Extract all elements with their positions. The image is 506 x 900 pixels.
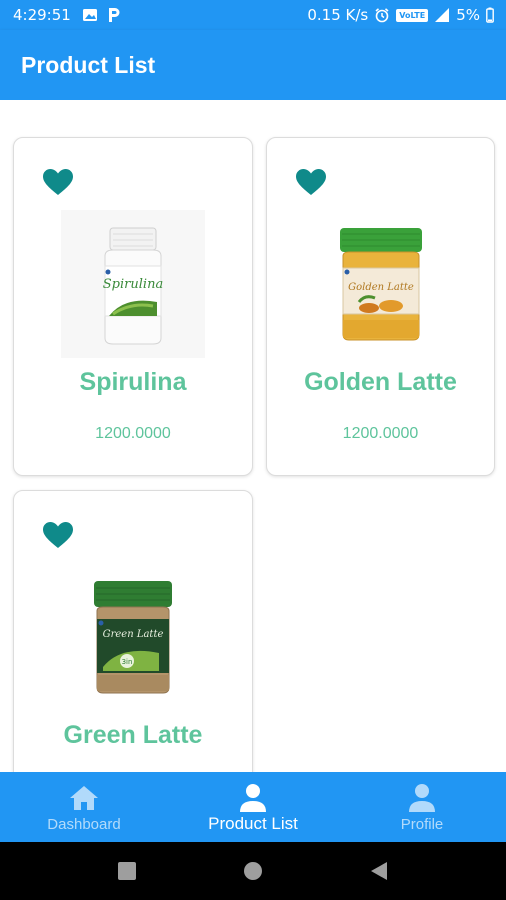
product-name: Spirulina [79,368,187,396]
product-card-green-latte[interactable]: Green Latte 3in Green Latte [13,490,253,772]
golden-latte-jar-image[interactable]: Golden Latte [309,210,453,358]
person-icon [409,784,435,812]
heart-icon[interactable] [42,168,74,196]
nav-label: Product List [208,814,298,833]
svg-text:Green Latte: Green Latte [103,629,164,640]
svg-text:Spirulina: Spirulina [103,277,163,292]
product-name: Green Latte [63,721,203,749]
bottom-navigation: Dashboard Product List Profile [0,772,506,842]
status-bar: 4:29:51 0.15 K/s VoLTE 5% [0,0,506,30]
home-icon [70,786,98,810]
nav-item-profile[interactable]: Profile [338,772,506,842]
alarm-icon [375,8,389,23]
parking-app-icon [109,8,120,22]
nav-item-product-list[interactable]: Product List [169,772,337,842]
volte-badge: VoLTE [396,8,429,22]
svg-text:3in: 3in [122,658,133,666]
svg-text:Golden Latte: Golden Latte [348,282,414,293]
product-price: 1200.0000 [342,425,419,442]
heart-icon[interactable] [295,168,327,196]
app-bar: Product List [0,30,506,100]
spirulina-bottle-image[interactable]: Spirulina [61,210,205,358]
product-name: Golden Latte [304,368,457,396]
home-button-icon[interactable] [243,861,263,881]
product-card-golden-latte[interactable]: Golden Latte Golden Latte 1200.0000 [266,137,495,476]
nav-label: Profile [400,816,444,833]
nav-item-dashboard[interactable]: Dashboard [0,772,168,842]
network-speed: 0.15 K/s [307,6,369,24]
person-icon [240,784,266,812]
page-title: Product List [21,52,156,78]
nav-label: Dashboard [47,816,121,833]
status-time: 4:29:51 [13,6,71,24]
product-price: 1200.0000 [95,425,171,442]
product-grid[interactable]: Spirulina Spirulina 1200.0000 Golden Lat… [0,100,506,772]
product-card-spirulina[interactable]: Spirulina Spirulina 1200.0000 [13,137,253,476]
heart-icon[interactable] [42,521,74,549]
back-icon[interactable] [369,861,389,881]
battery-percent: 5% [456,6,480,24]
gallery-icon [83,9,97,21]
battery-icon [486,7,494,23]
system-navigation-bar [0,842,506,900]
recents-icon[interactable] [117,861,137,881]
signal-icon [435,8,450,22]
green-latte-jar-image[interactable]: Green Latte 3in [61,563,205,711]
